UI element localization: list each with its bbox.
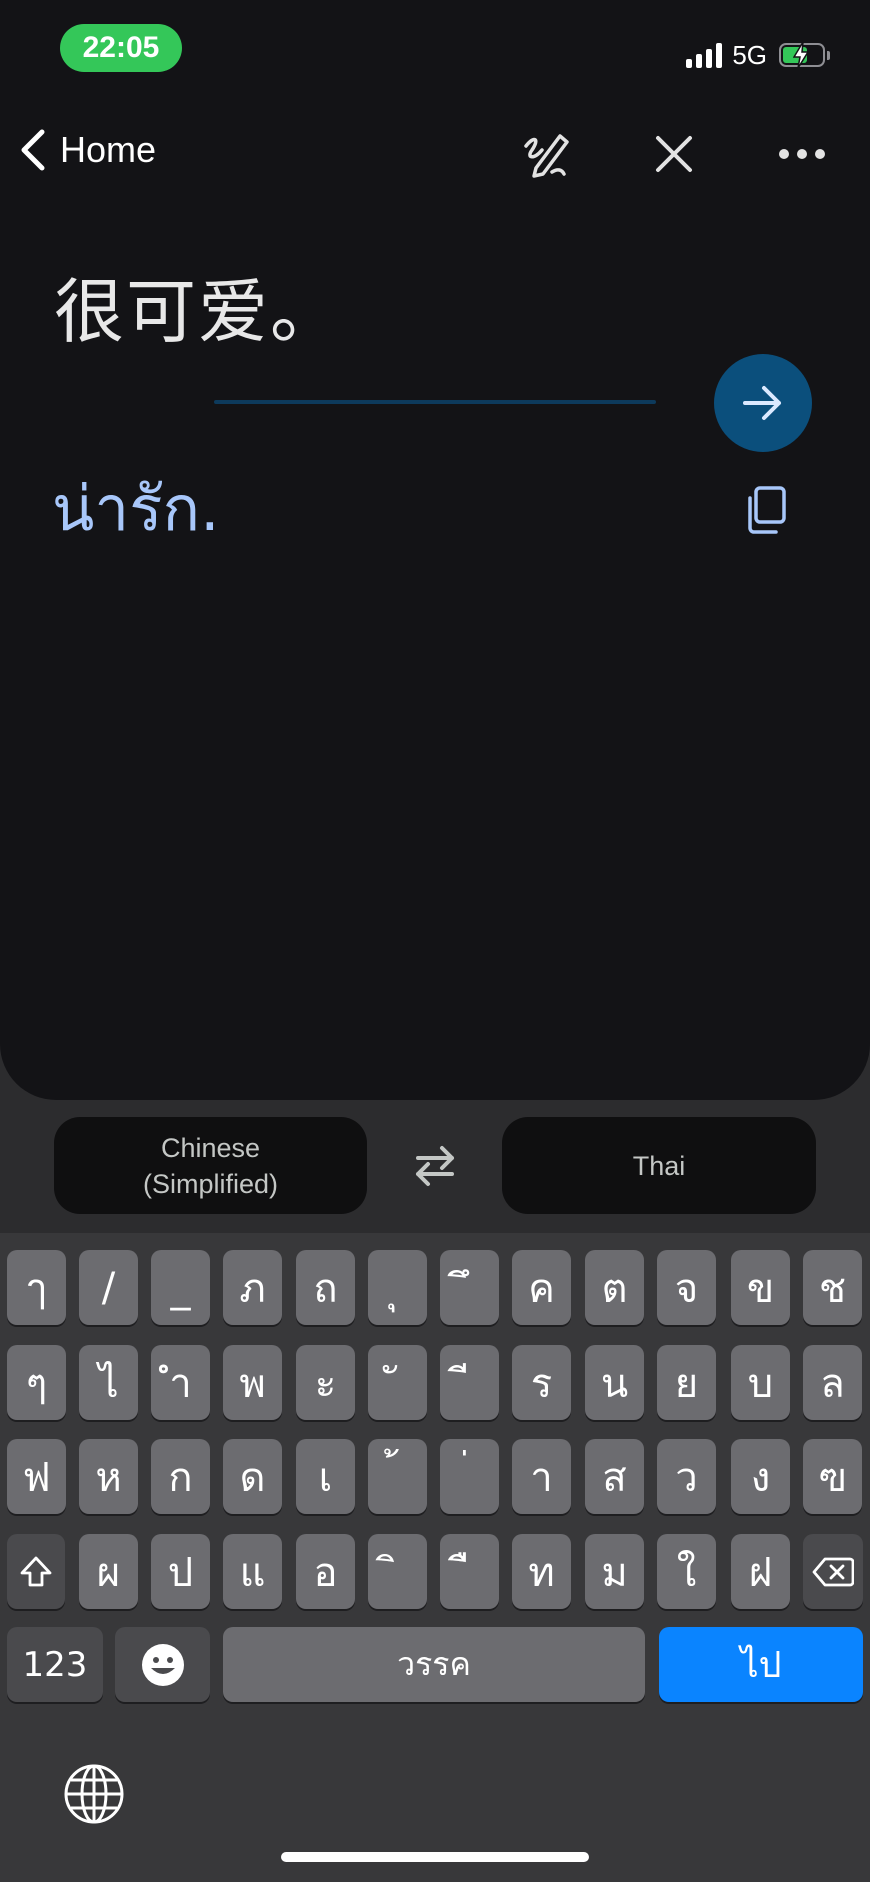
signal-icon — [686, 42, 723, 68]
key-row1-6[interactable]: ุ — [368, 1250, 427, 1325]
key-row4-3[interactable]: แ — [223, 1534, 282, 1609]
battery-tip — [827, 50, 830, 60]
key-row2-2[interactable]: ไ — [79, 1345, 138, 1420]
key-row4-9[interactable]: ใ — [657, 1534, 716, 1609]
key-row2-6[interactable]: ั — [368, 1345, 427, 1420]
numbers-key[interactable]: 123 — [7, 1627, 103, 1702]
key-row4-8[interactable]: ม — [585, 1534, 644, 1609]
backspace-key[interactable] — [803, 1534, 863, 1609]
more-button[interactable] — [774, 126, 830, 182]
shift-key[interactable] — [7, 1534, 65, 1609]
key-row4-2[interactable]: ป — [151, 1534, 210, 1609]
key-row1-5[interactable]: ถ — [296, 1250, 355, 1325]
key-row4-7[interactable]: ท — [512, 1534, 571, 1609]
key-row3-6[interactable]: ้ — [368, 1439, 427, 1514]
chevron-left-icon — [21, 129, 45, 171]
target-language-button[interactable]: Thai — [502, 1117, 816, 1214]
key-row4-10[interactable]: ฝ — [731, 1534, 790, 1609]
key-row2-12[interactable]: ล — [803, 1345, 862, 1420]
copy-button[interactable] — [742, 484, 794, 536]
key-row1-3[interactable]: _ — [151, 1250, 210, 1325]
key-row1-8[interactable]: ค — [512, 1250, 571, 1325]
clear-button[interactable] — [646, 126, 702, 182]
source-language-button[interactable]: Chinese (Simplified) — [54, 1117, 367, 1214]
arrow-right-icon — [743, 386, 781, 420]
key-row1-12[interactable]: ช — [803, 1250, 862, 1325]
globe-icon — [64, 1764, 124, 1824]
status-indicators: 5G — [686, 38, 830, 72]
key-row2-5[interactable]: ะ — [296, 1345, 355, 1420]
key-row4-1[interactable]: ผ — [79, 1534, 138, 1609]
key-row3-9[interactable]: ส — [585, 1439, 644, 1514]
key-row3-12[interactable]: ฃ — [803, 1439, 862, 1514]
close-icon — [656, 136, 692, 172]
backspace-icon — [812, 1557, 854, 1586]
key-row3-1[interactable]: ฟ — [7, 1439, 66, 1514]
key-row4-4[interactable]: อ — [296, 1534, 355, 1609]
key-row1-4[interactable]: ภ — [223, 1250, 282, 1325]
key-row2-7[interactable]: ี — [440, 1345, 499, 1420]
key-row2-11[interactable]: บ — [731, 1345, 790, 1420]
key-row3-5[interactable]: เ — [296, 1439, 355, 1514]
source-text-input[interactable]: 很可爱。 — [54, 256, 342, 357]
network-type: 5G — [732, 39, 767, 70]
emoji-icon — [141, 1643, 184, 1686]
translated-text: น่ารัก. — [52, 472, 220, 545]
key-row2-8[interactable]: ร — [512, 1345, 571, 1420]
translate-button[interactable] — [714, 354, 812, 452]
emoji-key[interactable] — [115, 1627, 210, 1702]
source-language-line1: Chinese — [160, 1132, 261, 1163]
key-row3-11[interactable]: ง — [731, 1439, 790, 1514]
key-row1-7[interactable]: ึ — [440, 1250, 499, 1325]
go-key[interactable]: ไป — [659, 1627, 863, 1702]
key-row3-8[interactable]: า — [512, 1439, 571, 1514]
key-row4-5[interactable]: ิ — [368, 1534, 427, 1609]
shift-icon — [20, 1556, 52, 1586]
handwriting-icon — [524, 134, 569, 178]
more-icon — [779, 149, 825, 159]
progress-divider — [214, 400, 656, 404]
key-row1-10[interactable]: จ — [657, 1250, 716, 1325]
key-row1-1[interactable]: ๅ — [7, 1250, 66, 1325]
key-row4-6[interactable]: ื — [440, 1534, 499, 1609]
back-label: Home — [60, 129, 157, 170]
swap-languages-button[interactable] — [410, 1142, 460, 1190]
key-row3-10[interactable]: ว — [657, 1439, 716, 1514]
handwriting-button[interactable] — [520, 126, 576, 182]
key-row3-4[interactable]: ด — [223, 1439, 282, 1514]
space-key[interactable]: วรรค — [223, 1627, 645, 1702]
swap-icon — [416, 1146, 454, 1186]
source-language-line2: (Simplified) — [142, 1168, 279, 1199]
globe-button[interactable] — [63, 1763, 125, 1825]
battery-icon — [779, 42, 825, 68]
source-language-label: Chinese (Simplified) — [143, 1130, 278, 1202]
key-row3-3[interactable]: ก — [151, 1439, 210, 1514]
key-row3-7[interactable]: ่ — [440, 1439, 499, 1514]
home-indicator — [281, 1852, 589, 1862]
back-button[interactable]: Home — [18, 128, 156, 172]
key-row2-1[interactable]: ๆ — [7, 1345, 66, 1420]
key-row1-9[interactable]: ต — [585, 1250, 644, 1325]
key-row1-11[interactable]: ข — [731, 1250, 790, 1325]
key-row2-9[interactable]: น — [585, 1345, 644, 1420]
status-time: 22:05 — [60, 24, 182, 72]
key-row2-3[interactable]: ำ — [151, 1345, 210, 1420]
target-language-label: Thai — [632, 1150, 686, 1181]
key-row1-2[interactable]: / — [79, 1250, 138, 1325]
copy-icon — [748, 486, 786, 534]
key-row3-2[interactable]: ห — [79, 1439, 138, 1514]
key-row2-4[interactable]: พ — [223, 1345, 282, 1420]
key-row2-10[interactable]: ย — [657, 1345, 716, 1420]
